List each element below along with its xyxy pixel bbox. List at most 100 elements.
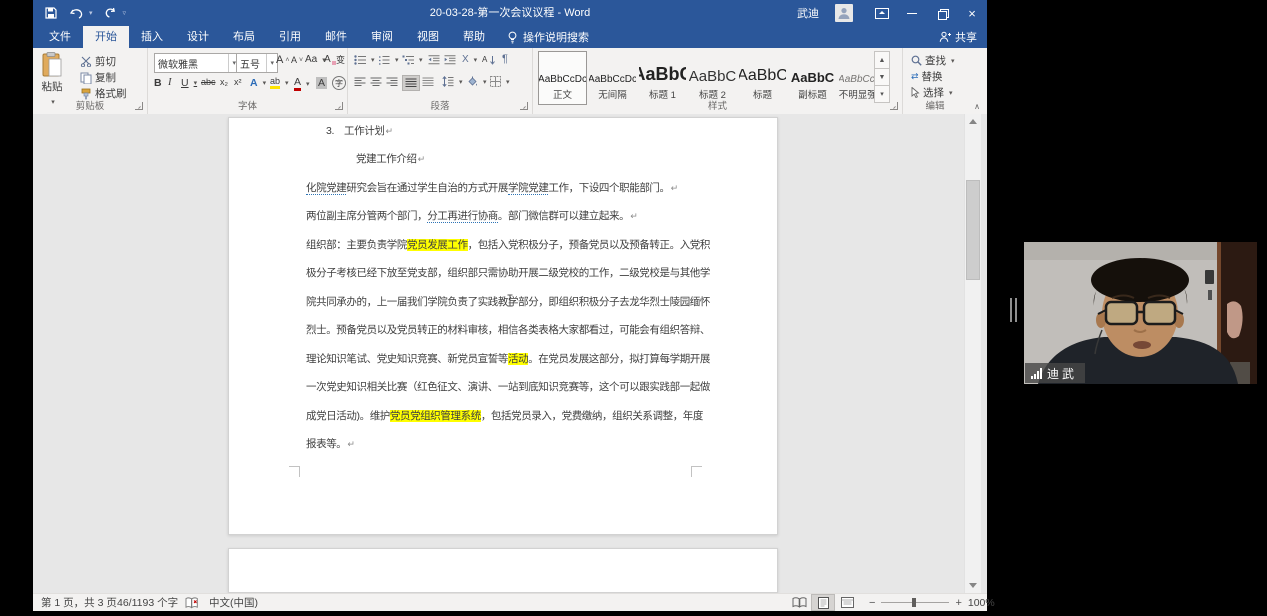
text-effects-button[interactable]: A (250, 77, 266, 89)
justify-button[interactable] (402, 75, 420, 91)
read-mode-view-button[interactable] (787, 594, 811, 611)
paragraph-mark: ↵ (385, 126, 392, 136)
paragraph-mark: ↵ (630, 211, 637, 221)
shrink-font-button[interactable]: A˅ (291, 55, 303, 65)
styles-gallery: AaBbCcDc正文AaBbCcDc无间隔AaBbC标题 1AaBbC标题 2A… (537, 50, 887, 105)
document-page-2[interactable] (228, 548, 778, 593)
styles-scroll-down[interactable]: ▼ (874, 68, 890, 86)
minimize-button[interactable] (897, 0, 927, 26)
web-layout-view-button[interactable] (835, 594, 859, 611)
zoom-slider-thumb[interactable] (912, 598, 916, 607)
underline-button[interactable]: U (181, 77, 197, 89)
sort-button[interactable]: A (482, 55, 495, 65)
change-case-button[interactable]: Aa (305, 55, 326, 65)
superscript-button[interactable]: x² (234, 77, 242, 87)
multilevel-list-button[interactable] (402, 55, 423, 65)
ribbon-display-options-icon (875, 8, 889, 19)
character-shading-button[interactable]: A (316, 77, 327, 89)
italic-button[interactable]: I (168, 77, 172, 88)
borders-button[interactable] (490, 76, 510, 87)
document-page-1[interactable]: 3. 工作计划↵党建工作介绍↵化院党建研究会旨在通过学生自治的方式开展学院党建工… (228, 117, 778, 535)
style-标题 1[interactable]: AaBbC标题 1 (638, 51, 687, 105)
numbering-button[interactable] (378, 55, 399, 65)
asian-layout-button[interactable]: X (462, 55, 477, 65)
align-right-button[interactable] (386, 77, 398, 87)
clipboard-dialog-launcher[interactable] (135, 102, 143, 110)
tab-设计[interactable]: 设计 (175, 26, 221, 48)
scroll-up-arrow[interactable] (965, 114, 981, 129)
tab-引用[interactable]: 引用 (267, 26, 313, 48)
subscript-button[interactable]: x₂ (220, 77, 228, 87)
tell-me-box[interactable]: 操作说明搜索 (507, 26, 589, 48)
zoom-out-button[interactable]: − (863, 597, 881, 609)
text-highlight-button[interactable]: ab (270, 76, 289, 89)
replace-button[interactable]: ⇄ 替换 (911, 69, 943, 84)
print-layout-view-button[interactable] (811, 594, 835, 611)
tab-布局[interactable]: 布局 (221, 26, 267, 48)
copy-button[interactable]: 复制 (80, 70, 116, 85)
style-副标题[interactable]: AaBbC副标题 (788, 51, 837, 105)
clear-formatting-button[interactable]: A (324, 55, 336, 65)
collapse-ribbon-button[interactable]: ∧ (973, 102, 981, 110)
show-marks-button[interactable]: ¶ (502, 54, 508, 64)
copy-icon (80, 72, 92, 84)
font-size-combo[interactable]: 五号▾ (236, 53, 278, 73)
align-left-button[interactable] (354, 77, 366, 87)
font-name-caret[interactable]: ▾ (228, 54, 236, 72)
page-number-status[interactable]: 第 1 页，共 3 页 (41, 594, 117, 611)
close-button[interactable]: × (957, 0, 987, 26)
restore-button[interactable] (927, 0, 957, 26)
tab-插入[interactable]: 插入 (129, 26, 175, 48)
style-正文[interactable]: AaBbCcDc正文 (538, 51, 587, 105)
style-标题 2[interactable]: AaBbC标题 2 (688, 51, 737, 105)
tab-邮件[interactable]: 邮件 (313, 26, 359, 48)
signed-in-user[interactable]: 武迪 (797, 5, 819, 21)
font-dialog-launcher[interactable] (335, 102, 343, 110)
zoom-in-button[interactable]: + (949, 597, 967, 609)
vertical-scrollbar[interactable] (964, 114, 981, 593)
style-无间隔[interactable]: AaBbCcDc无间隔 (588, 51, 637, 105)
word-count-status[interactable]: 46/1193 个字 (117, 594, 178, 611)
tab-帮助[interactable]: 帮助 (451, 26, 497, 48)
zoom-level[interactable]: 100% (968, 597, 995, 609)
styles-scroll-up[interactable]: ▲ (874, 51, 890, 69)
strikethrough-button[interactable]: abc (201, 77, 216, 87)
distribute-button[interactable] (422, 77, 434, 87)
tab-审阅[interactable]: 审阅 (359, 26, 405, 48)
shading-button[interactable] (466, 76, 487, 87)
bullets-button[interactable] (354, 55, 375, 65)
bold-button[interactable]: B (154, 77, 162, 89)
increase-indent-button[interactable] (444, 55, 456, 65)
phonetic-guide-button[interactable]: 变 (336, 55, 345, 65)
align-center-button[interactable] (370, 77, 382, 87)
ribbon-display-options-button[interactable] (867, 0, 897, 26)
video-panel-handle[interactable] (1010, 298, 1017, 322)
font-color-button[interactable]: A (294, 76, 310, 91)
cut-button[interactable]: 剪切 (80, 54, 116, 69)
style-标题[interactable]: AaBbC标题 (738, 51, 787, 105)
tab-文件[interactable]: 文件 (37, 26, 83, 48)
styles-dialog-launcher[interactable] (890, 102, 898, 110)
video-panel[interactable]: 迪武 (1024, 242, 1257, 384)
tab-开始[interactable]: 开始 (83, 26, 129, 48)
grow-font-button[interactable]: A˄ (276, 55, 289, 65)
paragraph-dialog-launcher[interactable] (520, 102, 528, 110)
enclose-characters-button[interactable]: 字 (332, 76, 346, 90)
scrollbar-thumb[interactable] (966, 180, 980, 280)
cut-label: 剪切 (95, 54, 116, 69)
tab-视图[interactable]: 视图 (405, 26, 451, 48)
zoom-slider[interactable] (881, 602, 949, 603)
font-name-combo[interactable]: 微软雅黑▾ (154, 53, 240, 73)
language-status[interactable]: 中文(中国) (209, 594, 258, 611)
share-button[interactable]: 共享 (939, 26, 977, 48)
decrease-indent-button[interactable] (428, 55, 440, 65)
user-avatar[interactable] (835, 4, 853, 22)
font-size-caret[interactable]: ▾ (266, 54, 274, 72)
read-mode-icon (792, 597, 807, 608)
scroll-down-arrow[interactable] (965, 578, 981, 593)
font-color-glyph: A (294, 76, 301, 91)
line-spacing-button[interactable] (442, 76, 463, 87)
find-button[interactable]: 查找 (911, 53, 955, 68)
document-area[interactable]: 3. 工作计划↵党建工作介绍↵化院党建研究会旨在通过学生自治的方式开展学院党建工… (33, 114, 987, 593)
proofing-status[interactable] (185, 594, 199, 611)
